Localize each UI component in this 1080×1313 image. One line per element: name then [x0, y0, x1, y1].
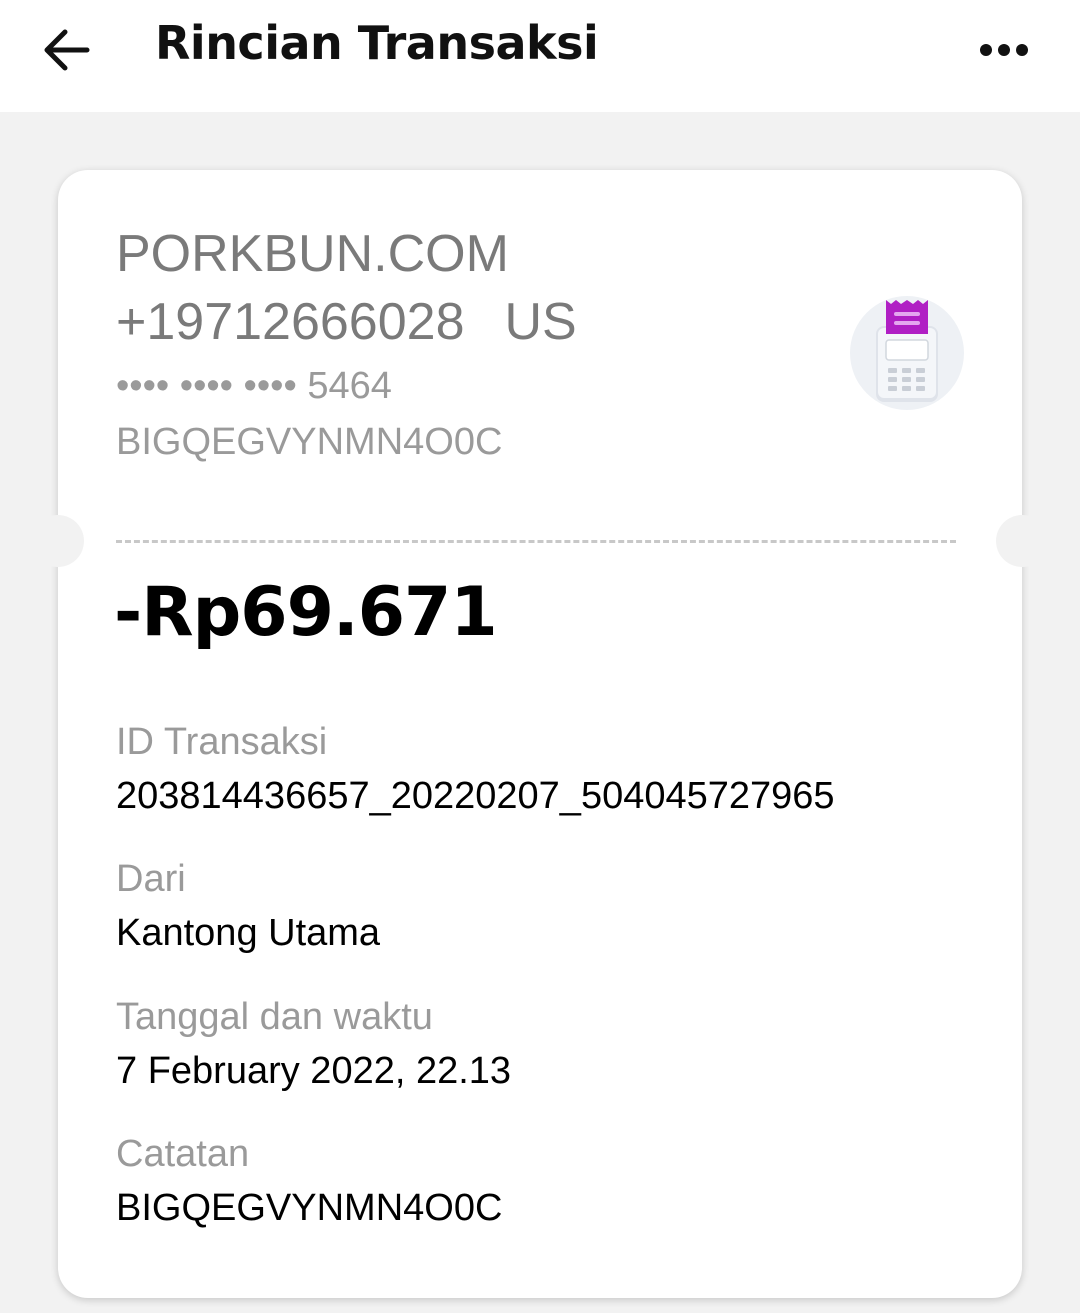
receipt-payment-terminal-icon	[850, 296, 964, 410]
detail-label: Dari	[116, 858, 186, 900]
merchant-country: US	[504, 293, 577, 351]
back-button[interactable]	[30, 18, 102, 82]
detail-datetime: Tanggal dan waktu 7 February 2022, 22.13	[116, 991, 511, 1099]
ticket-notch-right	[996, 515, 1048, 567]
transaction-amount: -Rp69.671	[114, 573, 498, 652]
detail-label: Tanggal dan waktu	[116, 996, 433, 1038]
more-horizontal-icon	[980, 44, 1028, 56]
page-title: Rincian Transaksi	[155, 16, 599, 70]
transaction-card: PORKBUN.COM +19712666028 US •••• •••• •••…	[32, 170, 1048, 1298]
detail-value: BIGQEGVYNMN4O0C	[116, 1187, 503, 1229]
detail-label: Catatan	[116, 1133, 250, 1175]
detail-label: ID Transaksi	[116, 721, 328, 763]
masked-card-number: •••• •••• •••• 5464	[116, 365, 392, 407]
detail-note: Catatan BIGQEGVYNMN4O0C	[116, 1128, 502, 1236]
detail-value: 7 February 2022, 22.13	[116, 1050, 512, 1092]
ticket-notch-left	[32, 515, 84, 567]
detail-value: 203814436657_20220207_504045727965	[116, 775, 835, 817]
merchant-reference: BIGQEGVYNMN4O0C	[116, 421, 503, 463]
detail-transaction-id: ID Transaksi 203814436657_20220207_50404…	[116, 716, 835, 824]
merchant-name: PORKBUN.COM	[116, 225, 509, 283]
detail-source: Dari Kantong Utama	[116, 853, 380, 961]
more-options-button[interactable]	[964, 22, 1044, 78]
app-header: Rincian Transaksi	[0, 0, 1080, 112]
merchant-phone: +19712666028	[116, 293, 465, 351]
merchant-contact: +19712666028 US	[116, 288, 577, 356]
ticket-divider	[116, 540, 956, 543]
arrow-left-icon	[44, 29, 90, 71]
detail-value: Kantong Utama	[116, 912, 381, 954]
merchant-info: PORKBUN.COM +19712666028 US •••• •••• •••…	[116, 220, 577, 468]
